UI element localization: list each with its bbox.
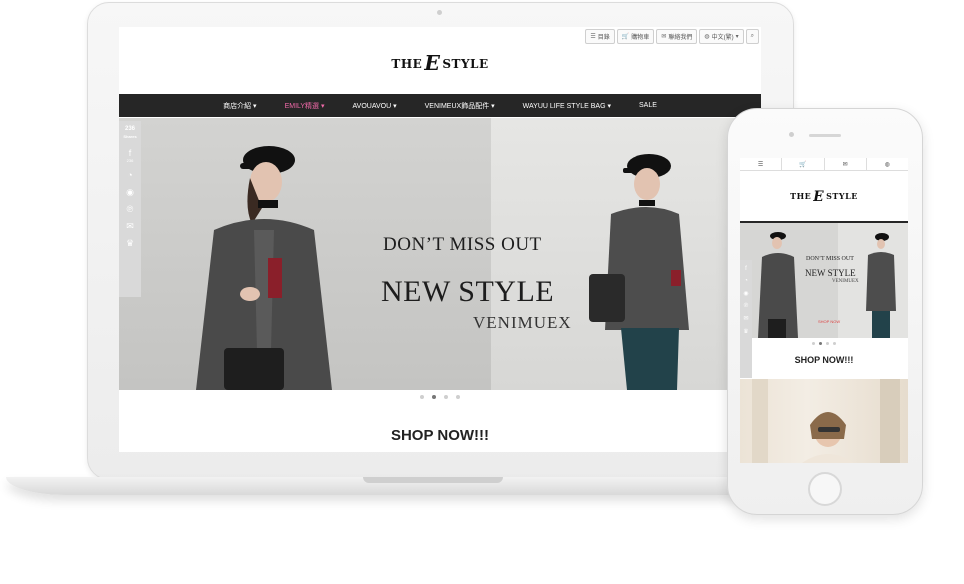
chevron-down-icon: ▾: [321, 102, 325, 110]
carousel-dot[interactable]: [826, 342, 829, 345]
main-nav: 商店介紹 ▾ EMILY精選 ▾ AVOUAVOU ▾ VENIMEUX飾品配件…: [119, 94, 761, 117]
nav-item-avouavou[interactable]: AVOUAVOU ▾: [353, 102, 397, 110]
nav-label: VENIMEUX飾品配件: [424, 102, 490, 110]
phone-site-logo[interactable]: THE E STYLE: [740, 187, 908, 205]
share-count-value: 236: [124, 126, 135, 132]
nav-item-sale[interactable]: SALE: [639, 102, 657, 109]
catalog-button[interactable]: ☰ 目錄: [585, 29, 615, 44]
chevron-down-icon: ▾: [491, 102, 495, 110]
chevron-down-icon: ▾: [735, 34, 739, 40]
phone-hero-headline: DON’T MISS OUT: [806, 256, 854, 262]
nav-label: SALE: [639, 102, 657, 109]
email-icon[interactable]: ✉: [743, 315, 748, 322]
phone-hero-brand: VENIMUEX: [832, 279, 859, 284]
logo-text-left: THE: [391, 57, 423, 71]
contact-label: 聯絡我們: [668, 35, 693, 41]
cart-icon: 🛒: [621, 34, 630, 40]
globe-icon: ◍: [704, 34, 710, 40]
chevron-down-icon: ▾: [253, 102, 257, 110]
facebook-icon[interactable]: f: [129, 148, 132, 158]
phone-hero-banner[interactable]: DON’T MISS OUT NEW STYLE VENIMUEX SHOP N…: [740, 223, 908, 338]
share-sidebar: 236 Shares f 236 ◔ ◉ ℗ ✉ ♛: [119, 121, 141, 297]
catalog-label: 目錄: [597, 35, 610, 41]
nav-item-wayuu[interactable]: WAYUU LIFE STYLE BAG ▾: [523, 102, 611, 110]
carousel-dot[interactable]: [456, 395, 460, 399]
phone-carousel-dots: [740, 342, 908, 345]
cart-button[interactable]: 🛒 購物車: [616, 29, 655, 44]
messenger-icon[interactable]: ◔: [127, 170, 132, 180]
chevron-down-icon: ▾: [393, 102, 397, 110]
phone-speaker: [809, 134, 841, 137]
carousel-dot-active[interactable]: [819, 342, 822, 345]
carousel-dot[interactable]: [812, 342, 815, 345]
pinterest-icon[interactable]: ℗: [744, 303, 748, 309]
phone-shop-now-heading[interactable]: SHOP NOW!!!: [740, 355, 908, 365]
phone-hero-shop-button[interactable]: SHOP NOW: [818, 319, 840, 324]
shop-now-heading[interactable]: SHOP NOW!!!: [119, 427, 761, 444]
facebook-icon[interactable]: f: [745, 266, 747, 272]
pinterest-icon[interactable]: ℗: [127, 204, 134, 214]
carousel-dot[interactable]: [833, 342, 836, 345]
hero-title: NEW STYLE: [381, 275, 555, 308]
search-button[interactable]: ⌕: [745, 29, 759, 44]
nav-item-store-intro[interactable]: 商店介紹 ▾: [223, 101, 256, 111]
logo-mark: E: [813, 188, 825, 205]
share-count-label: Shares: [123, 134, 137, 139]
phone-camera: [789, 132, 794, 137]
crown-icon[interactable]: ♛: [126, 238, 134, 248]
phone-home-button: [808, 472, 842, 506]
logo-text-left: THE: [790, 191, 812, 201]
chevron-down-icon: ▾: [607, 102, 611, 110]
carousel-dot[interactable]: [444, 395, 448, 399]
contact-button[interactable]: ✉ 聯絡我們: [656, 29, 698, 44]
phone-utility-bar: ☰ 🛒 ✉ ◍: [740, 158, 908, 171]
phone-screen: ☰ 🛒 ✉ ◍ THE E STYLE DON’T MISS OUT NEW STY…: [740, 158, 908, 463]
cart-icon[interactable]: 🛒: [782, 158, 825, 170]
cart-label: 購物車: [631, 35, 650, 41]
nav-label: WAYUU LIFE STYLE BAG: [522, 102, 606, 110]
facebook-count: 236: [126, 158, 134, 163]
laptop-notch: [363, 477, 503, 483]
language-label: 中文(繁): [711, 35, 734, 41]
phone-model-left: [758, 232, 798, 338]
nav-label: 商店介紹: [223, 102, 252, 110]
nav-item-venimeux[interactable]: VENIMEUX飾品配件 ▾: [425, 101, 495, 111]
list-icon[interactable]: ☰: [740, 158, 783, 170]
laptop-camera: [437, 10, 442, 15]
hero-brand: VENIMUEX: [473, 313, 572, 332]
line-icon[interactable]: ◉: [126, 187, 134, 197]
phone-model-right: [866, 233, 896, 338]
language-select[interactable]: ◍ 中文(繁) ▾: [699, 29, 744, 44]
hero-banner[interactable]: DON’T MISS OUT NEW STYLE VENIMUEX: [119, 118, 761, 390]
site-logo[interactable]: THEE STYLE: [119, 49, 761, 76]
model-photo-right: [589, 154, 689, 390]
list-icon: ☰: [590, 34, 596, 40]
messenger-icon[interactable]: ◔: [744, 278, 748, 284]
carousel-dots: [119, 395, 761, 399]
chat-icon: ✉: [661, 34, 667, 40]
nav-item-emily-picks[interactable]: EMILY精選 ▾: [285, 101, 325, 111]
laptop-screen: ☰ 目錄 🛒 購物車 ✉ 聯絡我們 ◍ 中文(繁) ▾ ⌕ THEE STYLE …: [119, 27, 761, 452]
logo-mark: E: [424, 51, 441, 76]
line-icon[interactable]: ◉: [743, 290, 748, 297]
carousel-dot[interactable]: [420, 395, 424, 399]
nav-label: EMILY精選: [284, 102, 320, 110]
crown-icon[interactable]: ♛: [743, 328, 748, 335]
search-icon: ⌕: [750, 33, 754, 39]
logo-text-right: STYLE: [442, 57, 489, 71]
globe-icon[interactable]: ◍: [867, 158, 908, 170]
hero-headline: DON’T MISS OUT: [383, 234, 542, 255]
chat-icon[interactable]: ✉: [825, 158, 867, 170]
carousel-dot-active[interactable]: [432, 395, 436, 399]
model-photo-left: [196, 146, 332, 390]
phone-hero-title: NEW STYLE: [805, 268, 856, 278]
email-icon[interactable]: ✉: [126, 221, 134, 231]
nav-label: AVOUAVOU: [352, 102, 392, 110]
phone-photo-scene: [752, 379, 900, 463]
utility-bar: ☰ 目錄 🛒 購物車 ✉ 聯絡我們 ◍ 中文(繁) ▾ ⌕: [585, 29, 759, 44]
share-count: 236 Shares: [123, 126, 136, 141]
phone-product-photo[interactable]: [740, 379, 908, 463]
logo-text-right: STYLE: [826, 191, 858, 201]
